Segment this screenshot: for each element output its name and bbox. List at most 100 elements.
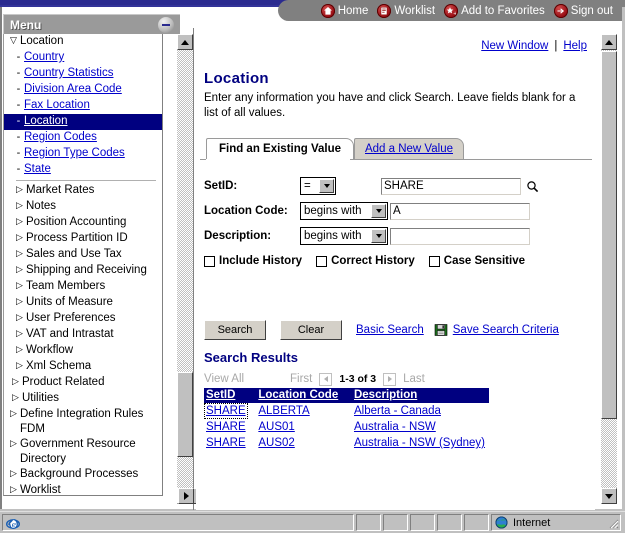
content-scroll-thumb[interactable] bbox=[601, 51, 617, 419]
svg-text:e: e bbox=[12, 520, 17, 529]
result-location-code-link[interactable]: AUS01 bbox=[258, 421, 294, 433]
result-setid-link[interactable]: SHARE bbox=[206, 421, 246, 433]
bullet-dash-icon: - bbox=[16, 163, 21, 175]
location-code-label: Location Code: bbox=[204, 205, 288, 217]
menu-item-location[interactable]: - Location bbox=[4, 114, 162, 130]
menu-folder-xml-schema[interactable]: ▷ Xml Schema bbox=[4, 359, 162, 375]
menu-item-region-codes[interactable]: - Region Codes bbox=[4, 130, 162, 146]
result-setid-link[interactable]: SHARE bbox=[204, 403, 248, 419]
bullet-dash-icon: - bbox=[16, 115, 21, 127]
menu-vertical-scrollbar[interactable] bbox=[177, 34, 193, 504]
menu-item-region-type-codes[interactable]: - Region Type Codes bbox=[4, 146, 162, 162]
search-button-label: Search bbox=[217, 324, 253, 336]
menu-folder-product-related[interactable]: ▷ Product Related bbox=[4, 375, 162, 391]
chevron-down-icon[interactable] bbox=[371, 204, 386, 218]
table-row[interactable]: SHARE AUS02 Australia - NSW (Sydney) bbox=[204, 435, 489, 451]
tab-find-an-existing-value[interactable]: Find an Existing Value bbox=[206, 138, 354, 159]
cell-setid: SHARE bbox=[204, 419, 256, 435]
description-input[interactable] bbox=[390, 227, 530, 245]
ie-icon: e bbox=[5, 516, 21, 530]
setid-operator-select[interactable]: = bbox=[300, 177, 336, 195]
nav-item-home[interactable]: Home bbox=[320, 3, 368, 18]
view-all-link[interactable]: View All bbox=[204, 373, 290, 385]
menu-scroll-thumb[interactable] bbox=[177, 372, 193, 457]
menu-folder-position-accounting-label: Position Accounting bbox=[26, 216, 127, 228]
menu-folder-worklist[interactable]: ▷ Worklist bbox=[4, 483, 162, 495]
menu-folder-vat-and-intrastat[interactable]: ▷ VAT and Intrastat bbox=[4, 327, 162, 343]
include-history-checkbox[interactable] bbox=[204, 255, 215, 267]
menu-item-country[interactable]: - Country bbox=[4, 50, 162, 66]
save-search-criteria-link[interactable]: Save Search Criteria bbox=[453, 324, 559, 336]
menu-folder-government-resource-directory[interactable]: ▷ Government Resource Directory bbox=[4, 437, 162, 467]
correct-history-checkbox[interactable] bbox=[316, 255, 328, 267]
menu-item-fax-location[interactable]: - Fax Location bbox=[4, 98, 162, 114]
menu-folder-workflow[interactable]: ▷ Workflow bbox=[4, 343, 162, 359]
menu-folder-position-accounting[interactable]: ▷ Position Accounting bbox=[4, 215, 162, 231]
menu-folder-sales-and-use-tax[interactable]: ▷ Sales and Use Tax bbox=[4, 247, 162, 263]
minimize-icon[interactable] bbox=[158, 17, 174, 33]
content-scroll-up-button[interactable] bbox=[601, 34, 617, 50]
menu-folder-define-integration-rules[interactable]: ▷ Define Integration Rules FDM bbox=[4, 407, 162, 437]
help-link[interactable]: Help bbox=[563, 40, 587, 52]
result-description-link[interactable]: Australia - NSW (Sydney) bbox=[354, 437, 485, 449]
menu-folder-utilities[interactable]: ▷ Utilities bbox=[4, 391, 162, 407]
menu-group-location[interactable]: ▽ Location bbox=[4, 34, 162, 50]
menu-item-state[interactable]: - State bbox=[4, 162, 162, 178]
menu-folder-government-resource-directory-label: Government Resource Directory bbox=[20, 438, 136, 465]
pager-controls: First 1-3 of 3 Last bbox=[290, 372, 425, 386]
new-window-link[interactable]: New Window bbox=[481, 40, 548, 52]
table-row[interactable]: SHARE AUS01 Australia - NSW bbox=[204, 419, 489, 435]
menu-scroll-up-button[interactable] bbox=[177, 34, 193, 50]
content-scroll-down-button[interactable] bbox=[601, 488, 617, 504]
column-header-setid[interactable]: SetID bbox=[204, 388, 257, 403]
setid-input[interactable] bbox=[381, 177, 521, 195]
tab-add-a-new-value[interactable]: Add a New Value bbox=[354, 138, 464, 159]
menu-folder-background-processes[interactable]: ▷ Background Processes bbox=[4, 467, 162, 483]
next-arrow-icon[interactable] bbox=[383, 372, 397, 386]
content-scroll-right-button[interactable] bbox=[178, 488, 194, 504]
column-header-description[interactable]: Description bbox=[351, 388, 489, 403]
result-location-code-link[interactable]: ALBERTA bbox=[258, 405, 309, 417]
chevron-right-icon: ▷ bbox=[12, 376, 19, 386]
menu-folder-units-of-measure[interactable]: ▷ Units of Measure bbox=[4, 295, 162, 311]
case-sensitive-checkbox[interactable] bbox=[428, 255, 440, 267]
nav-item-sign-out-label: Sign out bbox=[570, 4, 613, 17]
pager-first-link[interactable]: First bbox=[290, 373, 312, 385]
menu-item-country-statistics[interactable]: - Country Statistics bbox=[4, 66, 162, 82]
pager-last-link[interactable]: Last bbox=[403, 373, 425, 385]
menu-folder-process-partition-id[interactable]: ▷ Process Partition ID bbox=[4, 231, 162, 247]
nav-item-worklist[interactable]: Worklist bbox=[377, 3, 435, 18]
resize-grip[interactable] bbox=[606, 516, 619, 529]
column-header-location-code[interactable]: Location Code bbox=[256, 388, 352, 403]
chevron-right-icon: ▷ bbox=[10, 468, 17, 478]
result-setid-link[interactable]: SHARE bbox=[206, 437, 246, 449]
search-button[interactable]: Search bbox=[204, 320, 266, 340]
result-description-link[interactable]: Alberta - Canada bbox=[354, 405, 441, 417]
result-description-link[interactable]: Australia - NSW bbox=[354, 421, 436, 433]
menu-folder-user-preferences[interactable]: ▷ User Preferences bbox=[4, 311, 162, 327]
menu-item-division-area-code[interactable]: - Division Area Code bbox=[4, 82, 162, 98]
description-operator-select[interactable]: begins with bbox=[300, 227, 388, 245]
setid-lookup-icon[interactable] bbox=[524, 177, 541, 195]
menu-folder-team-members[interactable]: ▷ Team Members bbox=[4, 279, 162, 295]
menu-folder-market-rates[interactable]: ▷ Market Rates bbox=[4, 183, 162, 199]
content-vertical-scrollbar[interactable] bbox=[601, 34, 617, 504]
nav-item-add-to-favorites[interactable]: + Add to Favorites bbox=[444, 3, 545, 18]
basic-search-link[interactable]: Basic Search bbox=[356, 324, 424, 336]
location-code-operator-select[interactable]: begins with bbox=[300, 202, 388, 220]
nav-item-sign-out[interactable]: Sign out bbox=[553, 3, 613, 18]
clear-button[interactable]: Clear bbox=[280, 320, 342, 340]
location-code-input[interactable] bbox=[390, 202, 530, 220]
cell-setid: SHARE bbox=[204, 403, 256, 419]
chevron-right-icon: ▷ bbox=[10, 438, 17, 448]
bullet-dash-icon: - bbox=[16, 51, 21, 63]
result-location-code-link[interactable]: AUS02 bbox=[258, 437, 294, 449]
chevron-down-icon[interactable] bbox=[371, 229, 386, 243]
prev-arrow-icon[interactable] bbox=[319, 372, 333, 386]
worklist-icon bbox=[377, 3, 392, 18]
table-row[interactable]: SHARE ALBERTA Alberta - Canada bbox=[204, 403, 489, 419]
chevron-down-icon[interactable] bbox=[319, 179, 334, 193]
menu-folder-shipping-and-receiving[interactable]: ▷ Shipping and Receiving bbox=[4, 263, 162, 279]
menu-folder-notes[interactable]: ▷ Notes bbox=[4, 199, 162, 215]
menu-item-region-type-codes-label: Region Type Codes bbox=[24, 147, 125, 159]
